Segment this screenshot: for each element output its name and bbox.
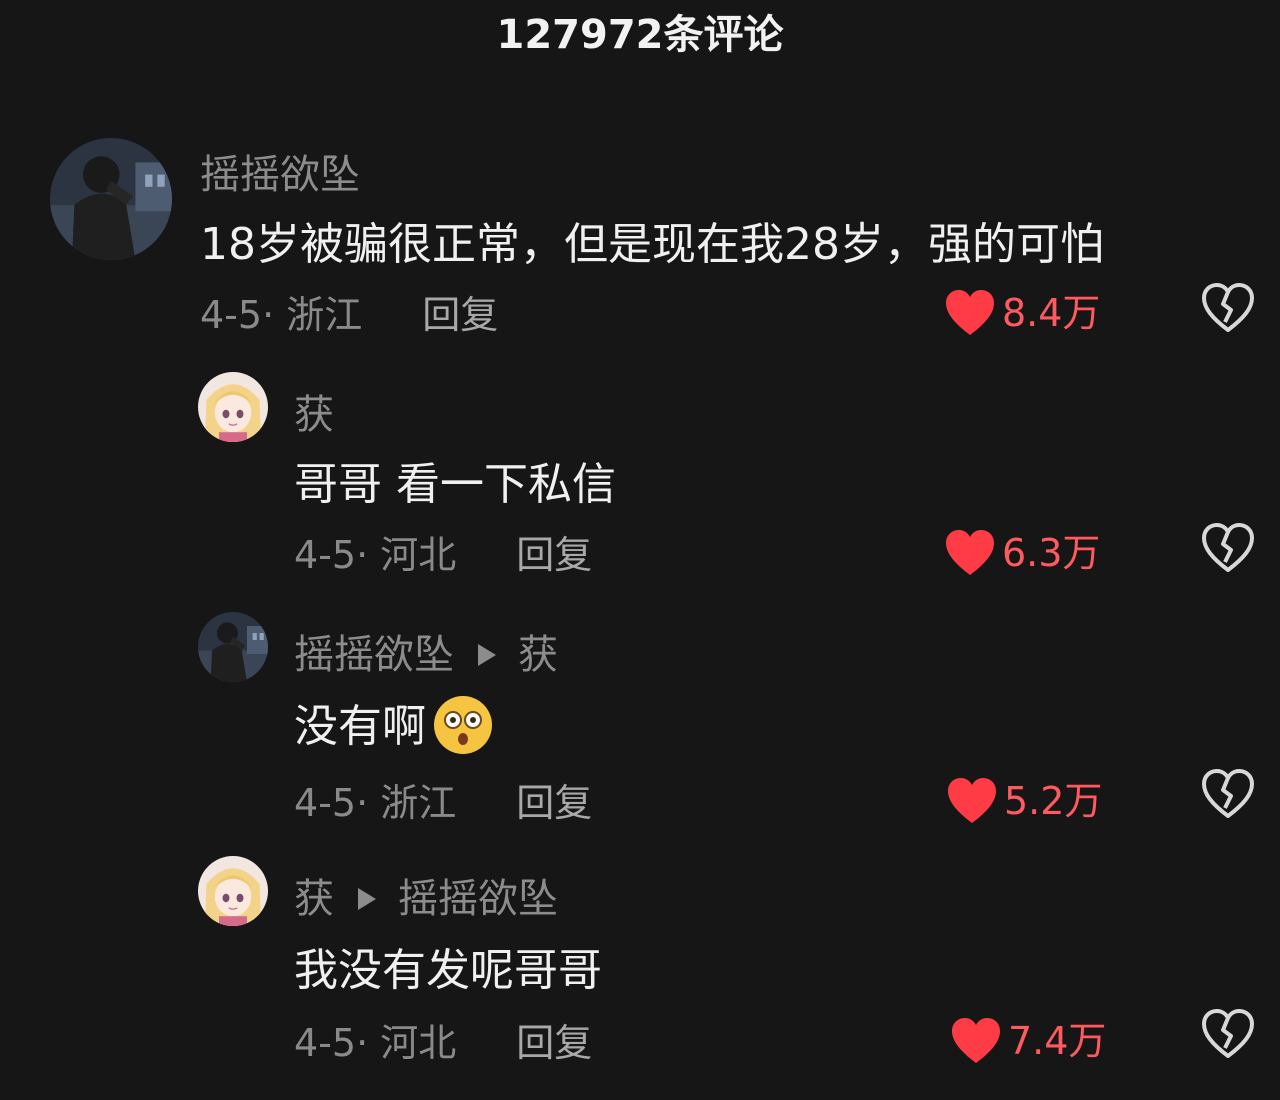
like-count: 8.4万	[1002, 291, 1101, 335]
date-location: 4-5· 浙江	[294, 781, 457, 825]
date-location: 4-5· 河北	[294, 1021, 457, 1065]
username-label[interactable]: 摇摇欲坠	[294, 632, 454, 678]
username-label[interactable]: 摇摇欲坠	[200, 152, 360, 198]
username-label[interactable]: 获	[294, 392, 334, 438]
comment-meta: 4-5· 河北 回复	[294, 1012, 592, 1067]
reply-arrow-icon	[478, 644, 496, 666]
avatar[interactable]	[198, 856, 268, 926]
comment-username[interactable]: 摇摇欲坠 获	[294, 622, 558, 680]
heart-icon	[946, 529, 994, 575]
reply-arrow-icon	[358, 888, 376, 910]
comment-text: 哥哥 看一下私信	[294, 459, 616, 510]
comment-text: 没有啊	[294, 690, 494, 764]
comment-meta: 4-5· 河北 回复	[294, 524, 592, 579]
date-location: 4-5· 河北	[294, 533, 457, 577]
username-label[interactable]: 获	[294, 876, 334, 922]
avatar-dark-photo-icon	[198, 612, 268, 682]
comment-text-body: 没有啊	[294, 701, 426, 752]
like-button[interactable]: 7.4万	[950, 1010, 1106, 1071]
reply-to-label[interactable]: 获	[518, 632, 558, 678]
reply-button[interactable]: 回复	[422, 293, 498, 337]
avatar-dark-photo-icon	[50, 138, 172, 260]
reply-button[interactable]: 回复	[516, 781, 592, 825]
reply-button[interactable]: 回复	[516, 533, 592, 577]
heart-icon	[952, 1017, 1000, 1063]
avatar-anime-girl-icon	[198, 856, 268, 926]
avatar[interactable]	[50, 138, 172, 260]
comment-text: 我没有发呢哥哥	[294, 945, 602, 996]
reply-button[interactable]: 回复	[516, 1021, 592, 1065]
comment-username[interactable]: 获 摇摇欲坠	[294, 866, 558, 924]
broken-heart-icon[interactable]	[1200, 282, 1256, 334]
comment-meta: 4-5· 浙江 回复	[200, 284, 498, 339]
comments-screen: 127972条评论 摇摇欲坠 18岁被骗很正常，但是现在我28岁，强的可怕 4-…	[0, 0, 1280, 1100]
like-button[interactable]: 8.4万	[944, 282, 1100, 343]
comment-meta: 4-5· 浙江 回复	[294, 772, 592, 827]
comment-count-title: 127972条评论	[496, 12, 784, 58]
avatar-anime-girl-icon	[198, 372, 268, 442]
like-button[interactable]: 6.3万	[944, 522, 1100, 583]
comment-username[interactable]: 摇摇欲坠	[200, 142, 360, 200]
like-count: 5.2万	[1004, 779, 1103, 823]
comment-text: 18岁被骗很正常，但是现在我28岁，强的可怕	[200, 219, 1104, 270]
avatar[interactable]	[198, 612, 268, 682]
shocked-face-emoji-icon	[434, 696, 492, 754]
like-count: 7.4万	[1008, 1019, 1107, 1063]
avatar[interactable]	[198, 372, 268, 442]
broken-heart-icon[interactable]	[1200, 522, 1256, 574]
heart-icon	[948, 777, 996, 823]
comment-username[interactable]: 获	[294, 382, 334, 440]
like-count: 6.3万	[1002, 531, 1101, 575]
date-location: 4-5· 浙江	[200, 293, 363, 337]
reply-to-label[interactable]: 摇摇欲坠	[398, 876, 558, 922]
broken-heart-icon[interactable]	[1200, 768, 1256, 820]
heart-icon	[946, 289, 994, 335]
like-button[interactable]: 5.2万	[946, 770, 1102, 831]
broken-heart-icon[interactable]	[1200, 1008, 1256, 1060]
